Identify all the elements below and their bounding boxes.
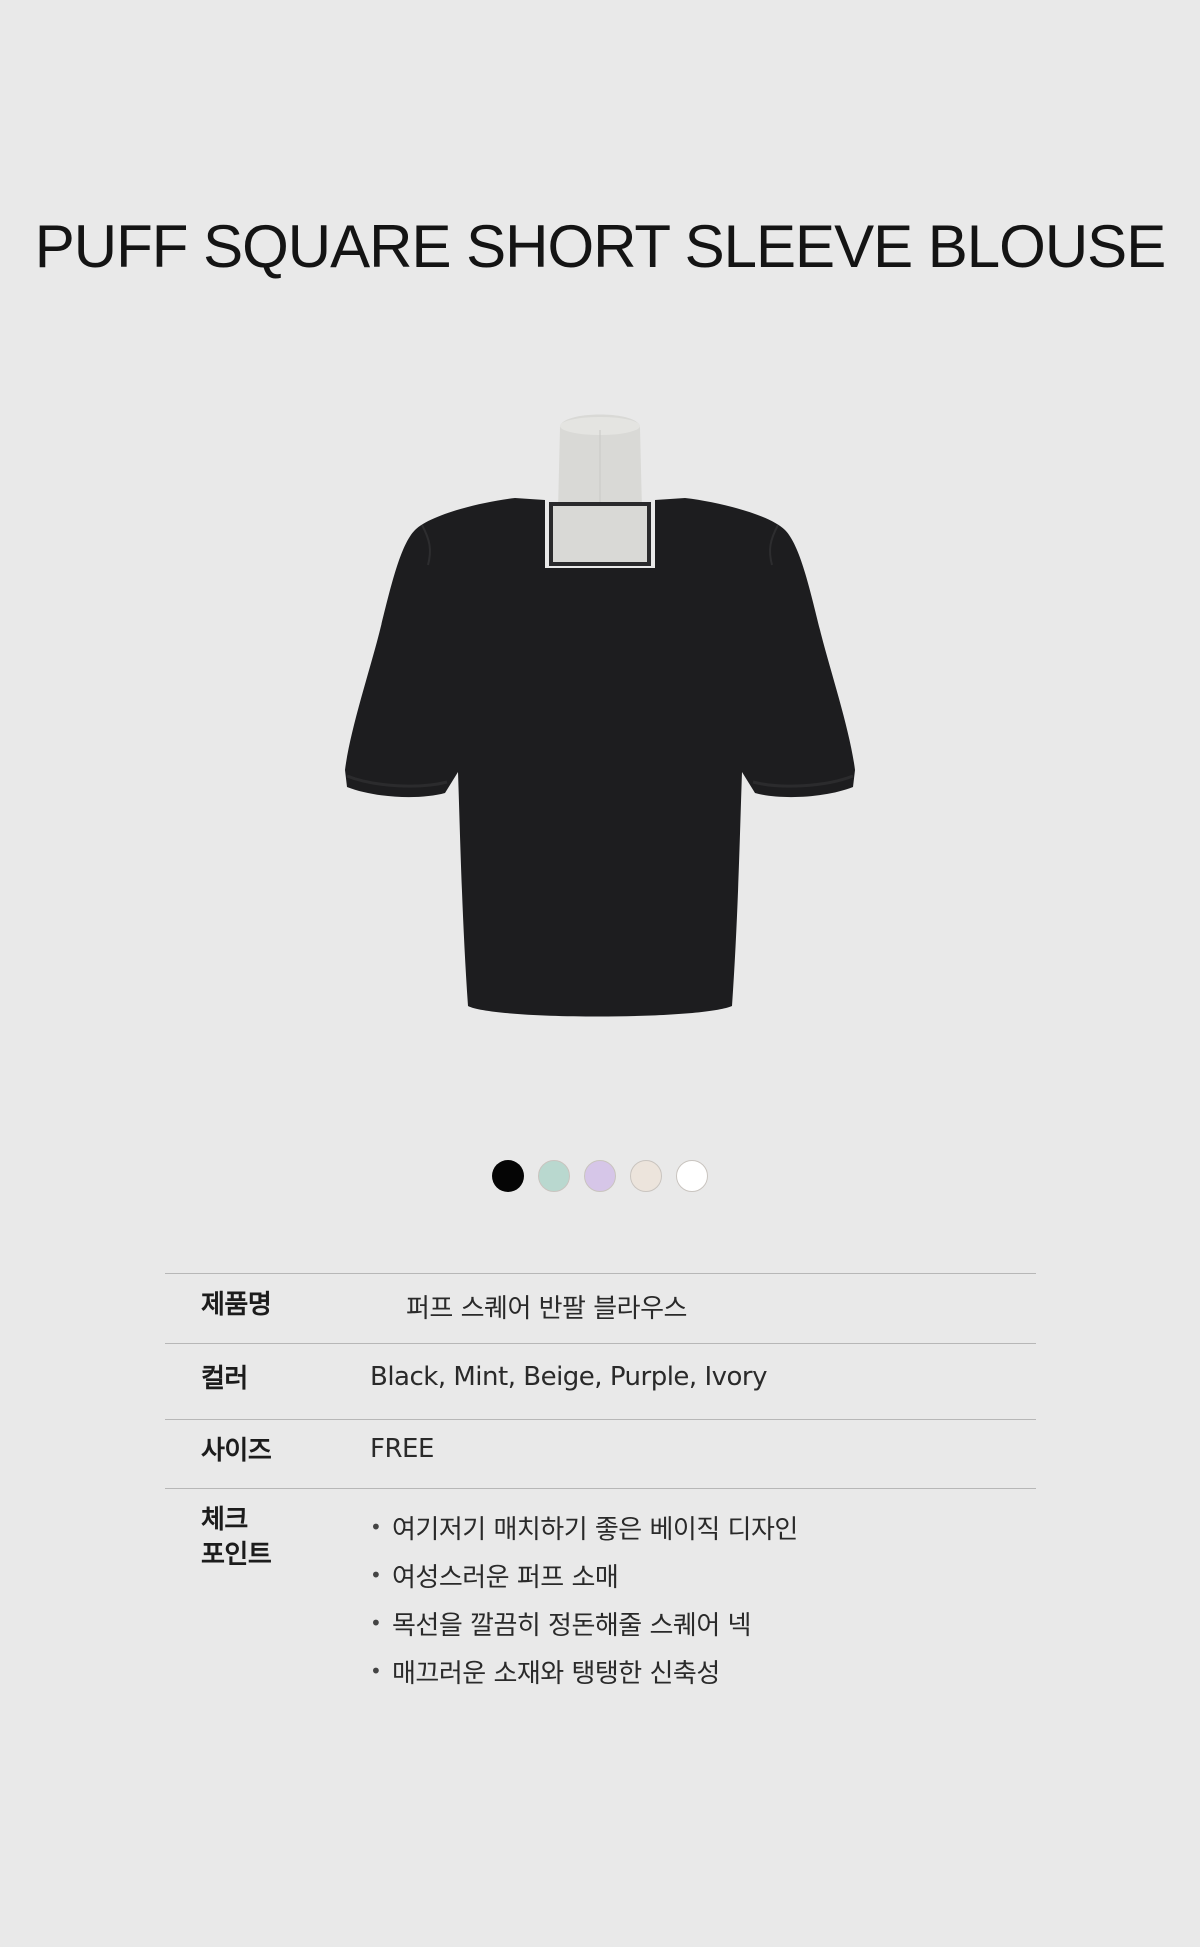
list-item: • 매끄러운 소재와 탱탱한 신축성 xyxy=(370,1647,1036,1695)
info-label-name: 제품명 xyxy=(201,1290,272,1320)
check-point-list: • 여기저기 매치하기 좋은 베이직 디자인 • 여성스러운 퍼프 소매 • 목… xyxy=(370,1503,1036,1695)
info-row-name: 제품명 퍼프 스퀘어 반팔 블라우스 xyxy=(165,1274,1036,1344)
bullet-icon: • xyxy=(370,1611,382,1635)
info-label-color: 컬러 xyxy=(201,1364,248,1394)
swatch-mint[interactable] xyxy=(538,1160,570,1192)
list-item: • 여기저기 매치하기 좋은 베이직 디자인 xyxy=(370,1503,1036,1551)
bullet-icon: • xyxy=(370,1563,382,1587)
info-label-check-points: 체크 포인트 xyxy=(165,1489,370,1695)
product-title: PUFF SQUARE SHORT SLEEVE BLOUSE xyxy=(34,213,1166,280)
product-image xyxy=(345,414,855,1017)
bullet-icon: • xyxy=(370,1659,382,1683)
swatch-beige[interactable] xyxy=(630,1160,662,1192)
info-value-check-points: • 여기저기 매치하기 좋은 베이직 디자인 • 여성스러운 퍼프 소매 • 목… xyxy=(370,1489,1036,1695)
info-row-color: 컬러 Black, Mint, Beige, Purple, Ivory xyxy=(165,1344,1036,1420)
swatch-black[interactable] xyxy=(492,1160,524,1192)
info-value-name: 퍼프 스퀘어 반팔 블라우스 xyxy=(406,1294,687,1324)
swatch-ivory[interactable] xyxy=(676,1160,708,1192)
check-point-text: 여기저기 매치하기 좋은 베이직 디자인 xyxy=(392,1514,798,1545)
swatch-purple[interactable] xyxy=(584,1160,616,1192)
info-row-size: 사이즈 FREE xyxy=(165,1420,1036,1489)
info-value-color: Black, Mint, Beige, Purple, Ivory xyxy=(370,1362,768,1392)
blouse xyxy=(345,498,855,1017)
product-info-table: 제품명 퍼프 스퀘어 반팔 블라우스 컬러 Black, Mint, Beige… xyxy=(165,1273,1036,1695)
check-point-text: 매끄러운 소재와 탱탱한 신축성 xyxy=(392,1658,720,1689)
info-label-check-points-line2: 포인트 xyxy=(201,1540,272,1571)
color-swatches xyxy=(0,1160,1200,1192)
bullet-icon: • xyxy=(370,1515,382,1539)
check-point-text: 목선을 깔끔히 정돈해줄 스퀘어 넥 xyxy=(392,1610,751,1641)
info-value-size: FREE xyxy=(370,1434,434,1464)
list-item: • 목선을 깔끔히 정돈해줄 스퀘어 넥 xyxy=(370,1599,1036,1647)
info-label-check-points-line1: 체크 xyxy=(201,1505,248,1535)
info-row-check-points: 체크 포인트 • 여기저기 매치하기 좋은 베이직 디자인 • 여성스러운 퍼프… xyxy=(165,1489,1036,1695)
check-point-text: 여성스러운 퍼프 소매 xyxy=(392,1562,619,1593)
list-item: • 여성스러운 퍼프 소매 xyxy=(370,1551,1036,1599)
info-label-size: 사이즈 xyxy=(201,1436,272,1466)
